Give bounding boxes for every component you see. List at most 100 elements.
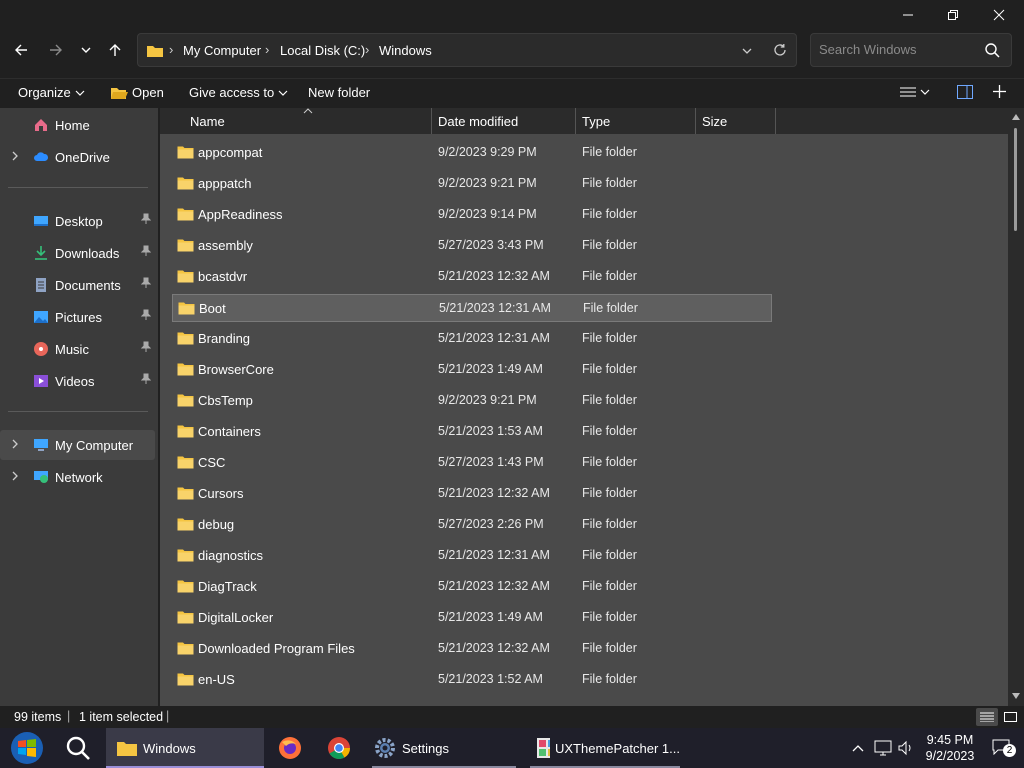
sidebar-item-documents[interactable]: Documents	[0, 270, 155, 300]
sidebar-item-pictures[interactable]: Pictures	[0, 302, 155, 332]
minimize-button[interactable]	[885, 0, 931, 30]
folder-icon	[177, 208, 194, 221]
file-row[interactable]: en-US 5/21/2023 1:52 AM File folder	[172, 666, 772, 694]
file-row[interactable]: Cursors 5/21/2023 12:32 AM File folder	[172, 480, 772, 508]
file-row[interactable]: diagnostics 5/21/2023 12:31 AM File folder	[172, 542, 772, 570]
column-header-type[interactable]: Type	[582, 114, 610, 129]
volume-icon[interactable]	[898, 740, 914, 756]
taskbar-app-firefox[interactable]	[276, 728, 304, 768]
file-name: appcompat	[198, 145, 263, 160]
details-view-button[interactable]	[976, 708, 998, 726]
file-row[interactable]: Containers 5/21/2023 1:53 AM File folder	[172, 418, 772, 446]
pin-icon[interactable]	[141, 213, 151, 225]
arrow-up-icon	[109, 44, 121, 56]
notification-center-button[interactable]: 2	[990, 737, 1016, 759]
sidebar-item-home[interactable]: Home	[0, 110, 155, 140]
windows-logo-icon	[11, 732, 43, 764]
tiles-view-button[interactable]	[1002, 708, 1020, 726]
file-row[interactable]: Branding 5/21/2023 12:31 AM File folder	[172, 325, 772, 353]
video-icon	[34, 375, 48, 387]
file-row[interactable]: appcompat 9/2/2023 9:29 PM File folder	[172, 139, 772, 167]
network-status-icon[interactable]	[874, 740, 892, 756]
file-type: File folder	[582, 331, 637, 345]
column-header-date[interactable]: Date modified	[438, 114, 518, 129]
file-row[interactable]: AppReadiness 9/2/2023 9:14 PM File folder	[172, 201, 772, 229]
breadcrumb-windows[interactable]: Windows	[379, 43, 432, 58]
sidebar-item-downloads[interactable]: Downloads	[0, 238, 155, 268]
column-header-name[interactable]: Name	[190, 114, 225, 129]
organize-button[interactable]: Organize	[18, 85, 85, 100]
file-row[interactable]: assembly 5/27/2023 3:43 PM File folder	[172, 232, 772, 260]
file-list: appcompat 9/2/2023 9:29 PM File folder appp…	[160, 134, 1008, 706]
chevron-right-icon[interactable]	[10, 470, 20, 482]
pin-icon[interactable]	[141, 309, 151, 321]
sidebar-item-network[interactable]: Network	[0, 462, 155, 492]
breadcrumb-local-disk[interactable]: Local Disk (C:)	[280, 43, 365, 58]
forward-button[interactable]	[41, 34, 71, 66]
file-row[interactable]: CSC 5/27/2023 1:43 PM File folder	[172, 449, 772, 477]
taskbar-app-chrome[interactable]	[325, 728, 353, 768]
file-row[interactable]: Boot 5/21/2023 12:31 AM File folder	[172, 294, 772, 322]
file-row[interactable]: BrowserCore 5/21/2023 1:49 AM File folder	[172, 356, 772, 384]
pin-icon[interactable]	[141, 341, 151, 353]
scroll-up-icon[interactable]	[1012, 114, 1020, 120]
sidebar-item-onedrive[interactable]: OneDrive	[0, 142, 155, 172]
taskbar-app-explorer[interactable]: Windows	[106, 728, 264, 768]
chevron-right-icon[interactable]	[10, 438, 20, 450]
file-type: File folder	[582, 362, 637, 376]
pin-icon[interactable]	[141, 373, 151, 385]
sidebar-item-videos[interactable]: Videos	[0, 366, 155, 396]
column-divider[interactable]	[775, 108, 776, 134]
back-button[interactable]	[6, 34, 36, 66]
file-row[interactable]: DiagTrack 5/21/2023 12:32 AM File folder	[172, 573, 772, 601]
clock[interactable]: 9:45 PM 9/2/2023	[920, 730, 980, 766]
vertical-scrollbar[interactable]	[1008, 108, 1024, 706]
refresh-icon[interactable]	[773, 43, 787, 57]
give-access-button[interactable]: Give access to	[189, 85, 288, 100]
close-button[interactable]	[976, 0, 1022, 30]
chevron-right-icon[interactable]	[10, 150, 20, 162]
scrollbar-thumb[interactable]	[1014, 128, 1017, 231]
folder-icon	[177, 363, 194, 376]
new-folder-button[interactable]: New folder	[308, 85, 370, 100]
add-button[interactable]	[992, 84, 1007, 99]
up-button[interactable]	[100, 34, 130, 66]
sidebar-item-desktop[interactable]: Desktop	[0, 206, 155, 236]
column-divider[interactable]	[431, 108, 432, 134]
plus-icon	[993, 85, 1006, 98]
file-row[interactable]: CbsTemp 9/2/2023 9:21 PM File folder	[172, 387, 772, 415]
scroll-down-icon[interactable]	[1012, 693, 1020, 699]
taskbar-app-settings[interactable]: Settings	[372, 728, 516, 768]
item-count: 99 items	[14, 710, 62, 724]
search-input[interactable]	[819, 42, 979, 57]
column-divider[interactable]	[695, 108, 696, 134]
file-type: File folder	[582, 517, 637, 531]
file-name: CbsTemp	[198, 393, 253, 408]
taskbar-app-uxthemepatcher[interactable]: UXThemePatcher 1...	[530, 728, 680, 768]
file-row[interactable]: bcastdvr 5/21/2023 12:32 AM File folder	[172, 263, 772, 291]
open-button[interactable]: Open	[110, 85, 164, 100]
restore-button[interactable]	[930, 0, 976, 30]
pin-icon[interactable]	[141, 277, 151, 289]
address-bar[interactable]: › My Computer › Local Disk (C:) › Window…	[137, 33, 797, 67]
pin-icon[interactable]	[141, 245, 151, 257]
start-button[interactable]	[6, 728, 48, 768]
file-row[interactable]: apppatch 9/2/2023 9:21 PM File folder	[172, 170, 772, 198]
view-options-button[interactable]	[900, 86, 930, 98]
taskbar-search-button[interactable]	[62, 728, 94, 768]
chevron-up-icon[interactable]	[852, 743, 864, 753]
sidebar-item-music[interactable]: Music	[0, 334, 155, 364]
file-row[interactable]: DigitalLocker 5/21/2023 1:49 AM File folde…	[172, 604, 772, 632]
preview-pane-button[interactable]	[957, 85, 973, 99]
breadcrumb-my-computer[interactable]: My Computer	[183, 43, 261, 58]
file-row[interactable]: debug 5/27/2023 2:26 PM File folder	[172, 511, 772, 539]
search-icon[interactable]	[985, 43, 1000, 58]
sidebar-item-my-computer[interactable]: My Computer	[0, 430, 155, 460]
column-header-size[interactable]: Size	[702, 114, 727, 129]
document-icon	[36, 278, 46, 292]
arrow-left-icon	[15, 44, 27, 56]
chevron-down-icon[interactable]	[741, 45, 753, 57]
recent-locations-button[interactable]	[71, 34, 101, 66]
column-divider[interactable]	[575, 108, 576, 134]
file-row[interactable]: Downloaded Program Files 5/21/2023 12:32 …	[172, 635, 772, 663]
